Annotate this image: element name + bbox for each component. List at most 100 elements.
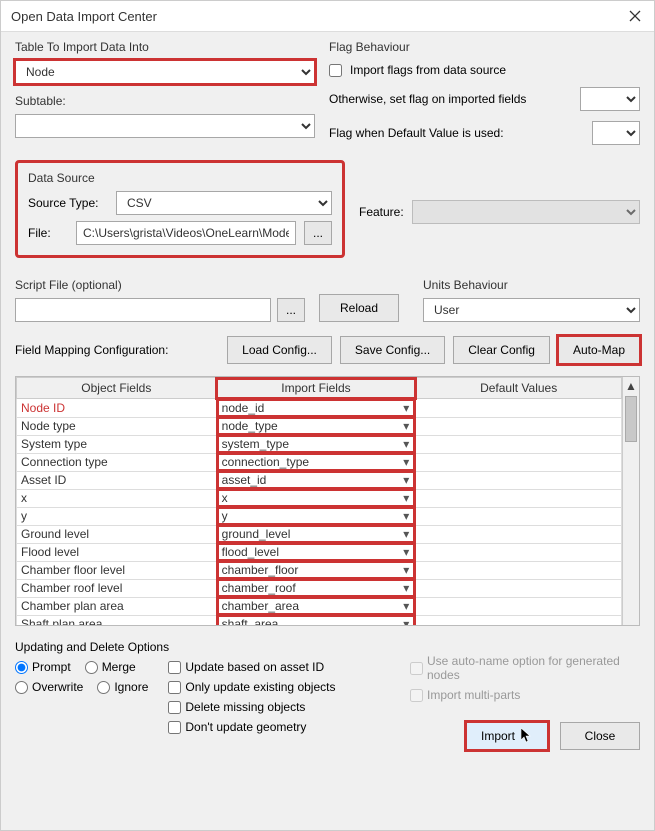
delete-missing-checkbox[interactable] xyxy=(168,701,181,714)
scroll-up-arrow-icon[interactable]: ▲ xyxy=(623,377,639,394)
default-value-cell[interactable] xyxy=(416,471,622,489)
update-asset-checkbox[interactable] xyxy=(168,661,181,674)
object-field-cell: Chamber plan area xyxy=(17,597,217,615)
table-row[interactable]: Node typenode_type▾ xyxy=(17,417,622,435)
reload-button[interactable]: Reload xyxy=(319,294,399,322)
object-field-cell: System type xyxy=(17,435,217,453)
default-value-cell[interactable] xyxy=(416,615,622,625)
table-row[interactable]: Connection typeconnection_type▾ xyxy=(17,453,622,471)
import-field-cell[interactable]: chamber_area▾ xyxy=(217,597,416,615)
otherwise-select[interactable] xyxy=(580,87,640,111)
dropdown-icon[interactable]: ▾ xyxy=(400,563,412,577)
object-field-cell: Chamber floor level xyxy=(17,561,217,579)
script-browse-button[interactable]: ... xyxy=(277,298,305,322)
default-value-cell[interactable] xyxy=(416,597,622,615)
import-field-cell[interactable]: chamber_roof▾ xyxy=(217,579,416,597)
table-row[interactable]: Flood levelflood_level▾ xyxy=(17,543,622,561)
close-icon[interactable] xyxy=(626,7,644,25)
table-row[interactable]: Asset IDasset_id▾ xyxy=(17,471,622,489)
script-file-input[interactable] xyxy=(15,298,271,322)
only-update-checkbox[interactable] xyxy=(168,681,181,694)
default-value-cell[interactable] xyxy=(416,507,622,525)
dropdown-icon[interactable]: ▾ xyxy=(400,545,412,559)
object-field-cell: Node ID xyxy=(17,399,217,418)
table-row[interactable]: Chamber roof levelchamber_roof▾ xyxy=(17,579,622,597)
import-field-cell[interactable]: system_type▾ xyxy=(217,435,416,453)
overwrite-radio[interactable] xyxy=(15,681,28,694)
flag-heading: Flag Behaviour xyxy=(329,40,640,54)
import-field-cell[interactable]: connection_type▾ xyxy=(217,453,416,471)
import-field-cell[interactable]: ground_level▾ xyxy=(217,525,416,543)
data-source-heading: Data Source xyxy=(28,171,95,185)
table-row[interactable]: xx▾ xyxy=(17,489,622,507)
load-config-button[interactable]: Load Config... xyxy=(227,336,332,364)
default-value-cell[interactable] xyxy=(416,561,622,579)
object-field-cell: Connection type xyxy=(17,453,217,471)
import-field-cell[interactable]: shaft_area▾ xyxy=(217,615,416,625)
import-field-cell[interactable]: chamber_floor▾ xyxy=(217,561,416,579)
close-button[interactable]: Close xyxy=(560,722,640,750)
import-field-cell[interactable]: node_type▾ xyxy=(217,417,416,435)
import-button[interactable]: Import xyxy=(466,722,548,750)
prompt-radio[interactable] xyxy=(15,661,28,674)
import-flags-checkbox[interactable] xyxy=(329,64,342,77)
cursor-icon xyxy=(521,728,533,744)
table-into-select[interactable]: Node xyxy=(15,60,315,84)
default-value-cell[interactable] xyxy=(416,525,622,543)
import-field-cell[interactable]: y▾ xyxy=(217,507,416,525)
import-field-cell[interactable]: x▾ xyxy=(217,489,416,507)
dropdown-icon[interactable]: ▾ xyxy=(400,617,412,625)
automap-button[interactable]: Auto-Map xyxy=(558,336,640,364)
default-value-cell[interactable] xyxy=(416,579,622,597)
dropdown-icon[interactable]: ▾ xyxy=(400,491,412,505)
source-type-select[interactable]: CSV xyxy=(116,191,332,215)
file-label: File: xyxy=(28,226,68,240)
object-field-cell: y xyxy=(17,507,217,525)
merge-radio[interactable] xyxy=(85,661,98,674)
dropdown-icon[interactable]: ▾ xyxy=(400,419,412,433)
units-select[interactable]: User xyxy=(423,298,640,322)
file-input[interactable] xyxy=(76,221,296,245)
table-row[interactable]: Ground levelground_level▾ xyxy=(17,525,622,543)
scroll-thumb[interactable] xyxy=(625,396,637,442)
dont-update-geom-checkbox[interactable] xyxy=(168,721,181,734)
table-row[interactable]: Shaft plan areashaft_area▾ xyxy=(17,615,622,625)
dropdown-icon[interactable]: ▾ xyxy=(400,401,412,415)
table-row[interactable]: System typesystem_type▾ xyxy=(17,435,622,453)
clear-config-button[interactable]: Clear Config xyxy=(453,336,550,364)
table-into-label: Table To Import Data Into xyxy=(15,40,315,54)
dropdown-icon[interactable]: ▾ xyxy=(400,509,412,523)
default-value-cell[interactable] xyxy=(416,453,622,471)
table-row[interactable]: yy▾ xyxy=(17,507,622,525)
default-value-cell[interactable] xyxy=(416,489,622,507)
fmc-label: Field Mapping Configuration: xyxy=(15,343,168,357)
file-browse-button[interactable]: ... xyxy=(304,221,332,245)
table-scrollbar[interactable]: ▲ xyxy=(622,377,639,625)
object-field-cell: x xyxy=(17,489,217,507)
source-type-label: Source Type: xyxy=(28,196,108,210)
import-field-cell[interactable]: asset_id▾ xyxy=(217,471,416,489)
import-field-cell[interactable]: node_id▾ xyxy=(217,399,416,417)
default-flag-label: Flag when Default Value is used: xyxy=(329,126,584,140)
default-value-cell[interactable] xyxy=(416,399,622,418)
multiparts-checkbox xyxy=(410,689,423,702)
subtable-select[interactable] xyxy=(15,114,315,138)
default-flag-select[interactable] xyxy=(592,121,640,145)
dropdown-icon[interactable]: ▾ xyxy=(400,599,412,613)
table-row[interactable]: Chamber plan areachamber_area▾ xyxy=(17,597,622,615)
dropdown-icon[interactable]: ▾ xyxy=(400,527,412,541)
dropdown-icon[interactable]: ▾ xyxy=(400,455,412,469)
table-row[interactable]: Node IDnode_id▾ xyxy=(17,399,622,418)
dropdown-icon[interactable]: ▾ xyxy=(400,581,412,595)
table-row[interactable]: Chamber floor levelchamber_floor▾ xyxy=(17,561,622,579)
dropdown-icon[interactable]: ▾ xyxy=(400,473,412,487)
ignore-radio[interactable] xyxy=(97,681,110,694)
import-field-cell[interactable]: flood_level▾ xyxy=(217,543,416,561)
default-value-cell[interactable] xyxy=(416,417,622,435)
autoname-checkbox xyxy=(410,662,423,675)
default-value-cell[interactable] xyxy=(416,543,622,561)
save-config-button[interactable]: Save Config... xyxy=(340,336,445,364)
field-mapping-table[interactable]: Object Fields Import Fields Default Valu… xyxy=(16,377,622,625)
dropdown-icon[interactable]: ▾ xyxy=(400,437,412,451)
default-value-cell[interactable] xyxy=(416,435,622,453)
